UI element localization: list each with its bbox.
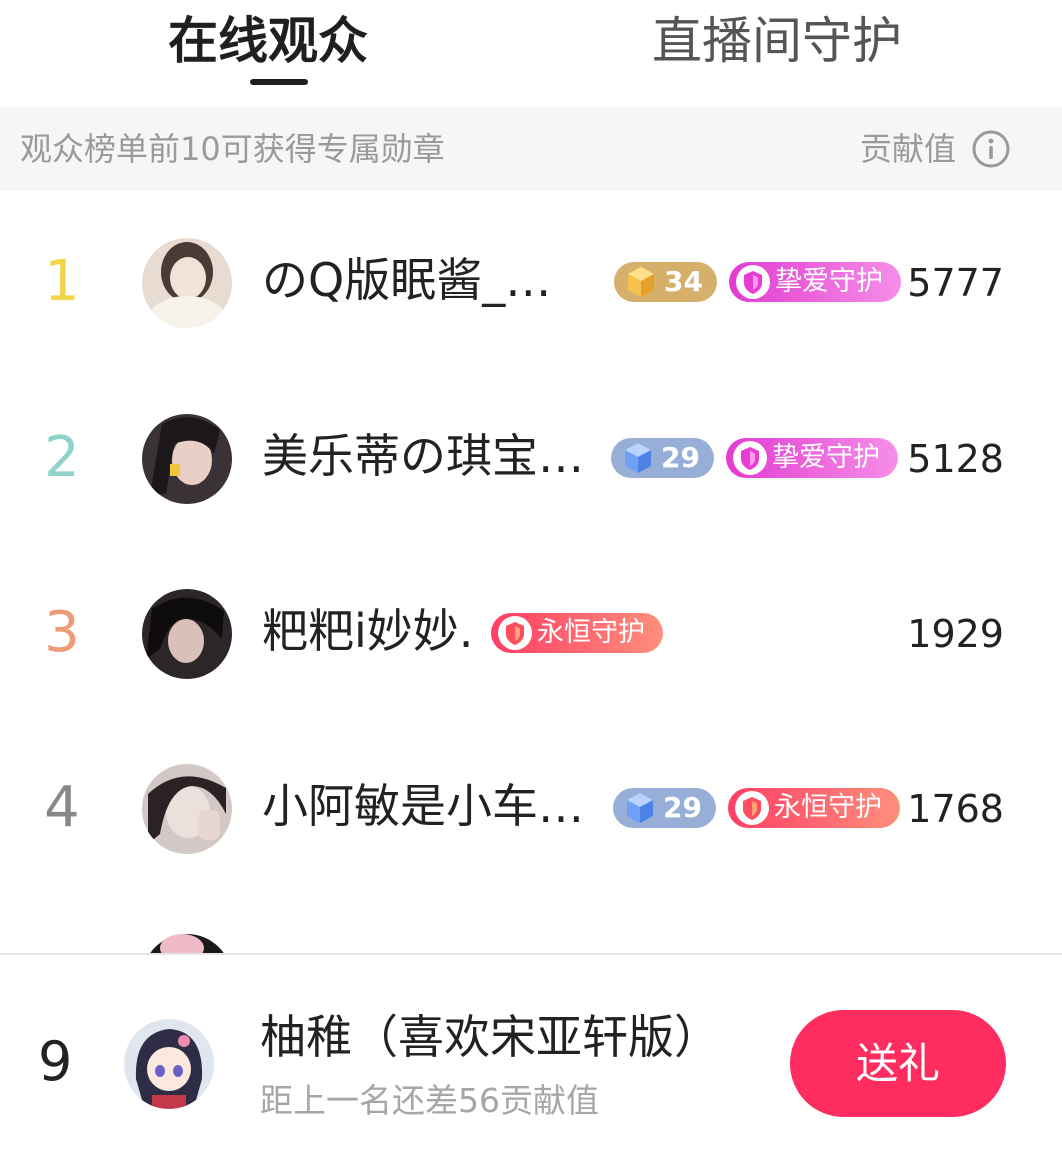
send-gift-button[interactable]: 送礼 [790, 1010, 1006, 1117]
gold-gem-icon [628, 267, 654, 297]
shield-icon [498, 616, 532, 650]
audience-row[interactable]: 1 のQ版眠酱_… 34 挚爱守护 5777 [0, 194, 1062, 370]
avatar[interactable] [142, 589, 232, 679]
ranking-hint-text: 观众榜单前10可获得专属勋章 [20, 130, 445, 168]
my-avatar[interactable] [124, 1019, 214, 1109]
contribution-score: 5128 [907, 437, 1004, 481]
badge-group: 29 永恒守护 [613, 788, 900, 828]
fan-level-number: 34 [664, 265, 703, 298]
guard-badge: 永恒守护 [727, 788, 900, 828]
user-name: 美乐蒂の琪宝… [262, 429, 584, 483]
tab-online-audience[interactable]: 在线观众 [168, 10, 368, 72]
audience-row[interactable]: 4 小阿敏是小车… 29 永恒守护 1768 [0, 720, 1062, 896]
shield-icon [732, 441, 767, 475]
rank-number: 3 [44, 600, 80, 665]
fan-level-badge: 29 [613, 788, 716, 828]
blue-gem-icon [627, 793, 653, 823]
shield-icon [734, 791, 769, 825]
guard-label: 永恒守护 [537, 617, 645, 648]
audience-row[interactable]: 2 美乐蒂の琪宝… 29 挚爱守护 5128 [0, 370, 1062, 546]
guard-badge: 挚爱守护 [728, 262, 901, 302]
shield-icon [735, 265, 770, 299]
contribution-score: 1768 [907, 787, 1004, 831]
user-name: 小阿敏是小车… [262, 779, 584, 833]
contribution-score: 1929 [907, 612, 1004, 656]
avatar[interactable] [142, 934, 232, 954]
guard-label: 挚爱守护 [771, 442, 880, 473]
guard-label: 挚爱守护 [774, 266, 883, 297]
avatar[interactable] [142, 238, 232, 328]
guard-label: 永恒守护 [773, 792, 882, 823]
contribution-label: 贡献值 [859, 130, 956, 168]
badge-group: 永恒守护 [491, 613, 663, 653]
fan-level-number: 29 [661, 441, 700, 474]
rank-number: 4 [44, 775, 80, 840]
user-name: 粑粑i妙妙. [262, 604, 474, 658]
avatar[interactable] [142, 414, 232, 504]
blue-gem-icon [625, 443, 651, 473]
fan-level-number: 29 [663, 791, 702, 824]
rank-number: 1 [44, 249, 80, 314]
rank-number: 2 [44, 425, 80, 490]
tab-room-guardians[interactable]: 直播间守护 [652, 10, 902, 72]
active-tab-indicator [250, 79, 308, 85]
fan-level-badge: 34 [614, 262, 717, 302]
my-rank-number: 9 [38, 1030, 73, 1093]
guard-badge: 永恒守护 [491, 613, 663, 653]
badge-group: 29 挚爱守护 [611, 438, 898, 478]
ranking-hint-bar: 观众榜单前10可获得专属勋章 贡献值 [0, 107, 1062, 191]
my-rank-bar: 9 柚稚（喜欢宋亚轩版） 距上一名还差56贡献值 送礼 [0, 955, 1062, 1168]
guard-badge: 挚爱守护 [725, 438, 898, 478]
audience-row[interactable]: 3 粑粑i妙妙. 永恒守护 1929 [0, 545, 1062, 721]
contribution-score: 5777 [907, 261, 1004, 305]
badge-group: 34 挚爱守护 [614, 262, 901, 302]
gap-to-next-rank: 距上一名还差56贡献值 [260, 1081, 599, 1120]
fan-level-badge: 29 [611, 438, 714, 478]
my-user-name: 柚稚（喜欢宋亚轩版） [260, 1010, 720, 1064]
user-name: のQ版眠酱_… [262, 253, 552, 307]
info-icon[interactable] [971, 129, 1011, 169]
tab-bar: 在线观众 直播间守护 [0, 0, 1062, 106]
avatar[interactable] [142, 764, 232, 854]
